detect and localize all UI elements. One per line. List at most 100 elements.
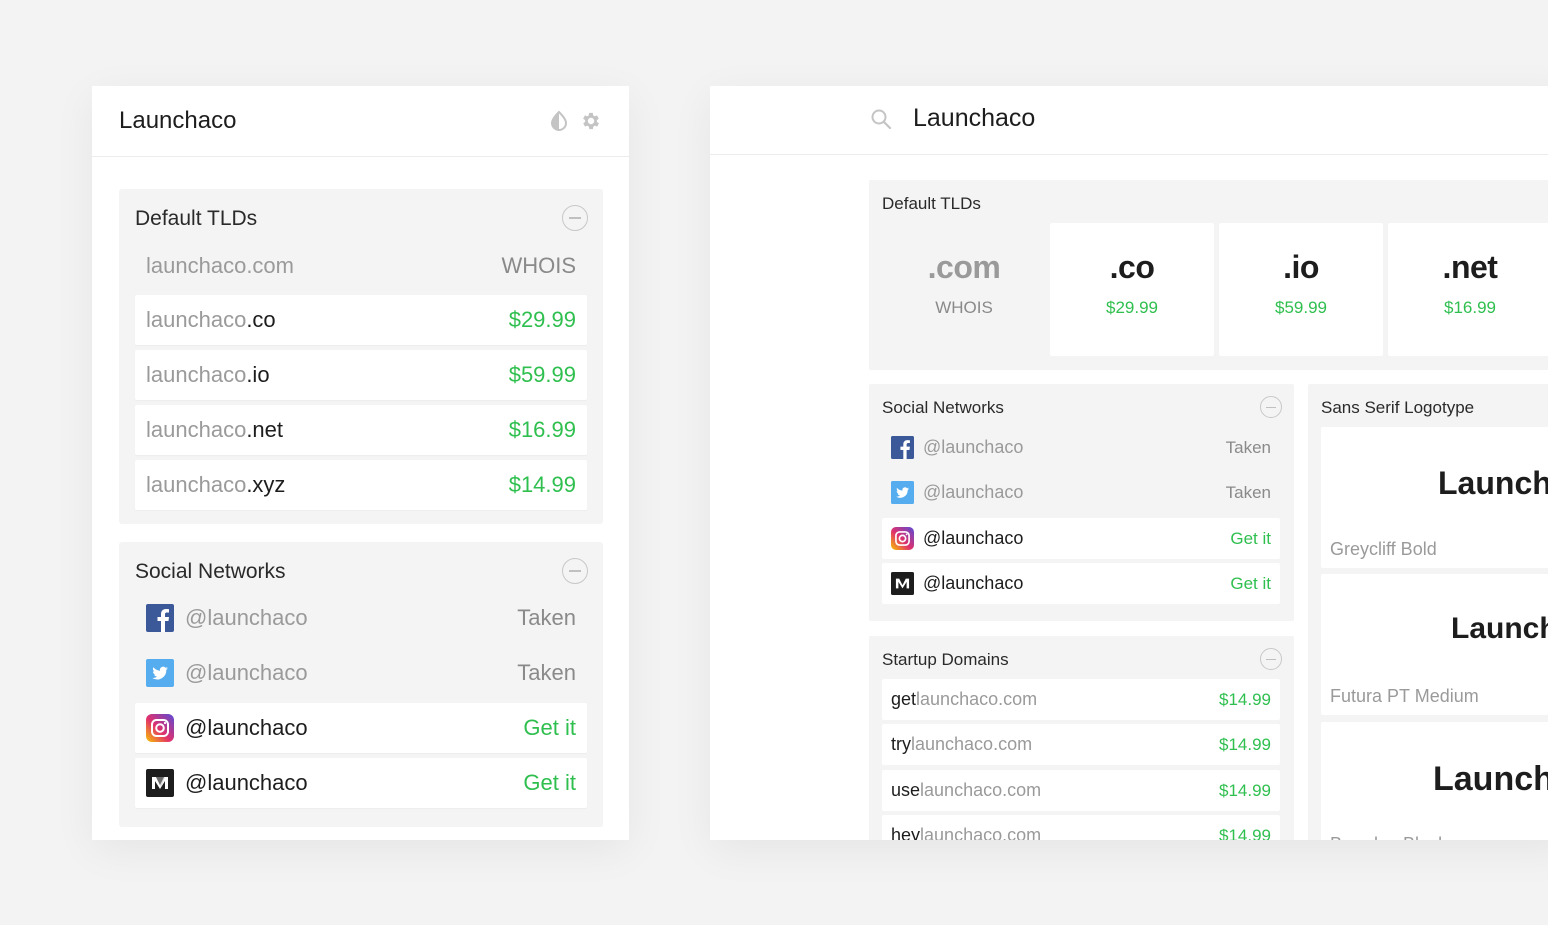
medium-icon (891, 572, 914, 595)
social-handle: @launchaco (185, 660, 308, 685)
social-row[interactable]: @launchaco Taken (135, 593, 587, 643)
search-input[interactable]: Launchaco (913, 104, 1035, 133)
tld-extension: .net (1442, 249, 1498, 285)
facebook-icon (146, 604, 174, 632)
get-it-link[interactable]: Get it (523, 715, 576, 741)
tld-tile[interactable]: .io $59.99 (1219, 223, 1383, 356)
logotype-card[interactable]: Launchaco Brandon Black (1321, 722, 1548, 840)
collapse-button[interactable] (562, 558, 588, 584)
logotype-card[interactable]: Launchaco Greycliff Bold (1321, 427, 1548, 568)
logotype-preview: Launchaco (1433, 760, 1548, 798)
font-name: Futura PT Medium (1330, 686, 1479, 706)
social-handle: @launchaco (923, 573, 1024, 593)
social-row[interactable]: @launchaco Get it (882, 563, 1280, 604)
logotype-preview: Launchaco (1451, 612, 1548, 645)
domain-name: launchaco.co (146, 307, 276, 332)
status-text: Taken (517, 660, 576, 685)
whois-link[interactable]: WHOIS (501, 253, 576, 279)
social-row[interactable]: @launchaco Taken (882, 472, 1280, 513)
section-title: Default TLDs (882, 194, 981, 213)
collapse-button[interactable] (562, 205, 588, 231)
social-handle: @launchaco (185, 605, 308, 630)
section-title: Social Networks (882, 398, 1004, 417)
domain-row[interactable]: uselaunchaco.com $14.99 (882, 770, 1280, 811)
logotype-preview: Launchaco (1438, 465, 1548, 501)
tlds-section: Default TLDs launchaco.com WHOIS launcha… (119, 189, 603, 524)
domain-row[interactable]: heylaunchaco.com $14.99 (882, 815, 1280, 840)
social-row[interactable]: @launchaco Get it (882, 518, 1280, 559)
social-row[interactable]: @launchaco Get it (135, 703, 587, 753)
medium-icon (146, 769, 174, 797)
domain-row[interactable]: trylaunchaco.com $14.99 (882, 724, 1280, 765)
price: $29.99 (1106, 298, 1158, 317)
social-row[interactable]: @launchaco Taken (135, 648, 587, 698)
startup-domains-section: Startup Domains getlaunchaco.com $14.99 … (869, 636, 1294, 840)
instagram-icon (891, 527, 914, 550)
tld-tile[interactable]: .com WHOIS (882, 223, 1046, 356)
gear-icon[interactable] (580, 110, 602, 132)
price[interactable]: $14.99 (1219, 735, 1271, 755)
section-title: Sans Serif Logotype (1321, 398, 1475, 417)
tld-row[interactable]: launchaco.xyz $14.99 (135, 460, 587, 510)
domain-name: launchaco.xyz (146, 472, 286, 497)
logotype-card[interactable]: Launchaco Futura PT Medium (1321, 574, 1548, 715)
instagram-icon (146, 714, 174, 742)
twitter-icon (146, 659, 174, 687)
status-text: Taken (1225, 482, 1271, 502)
price: $59.99 (1275, 298, 1327, 317)
social-section: Social Networks @launchaco Taken @launch… (869, 384, 1294, 621)
logotype-section: Sans Serif Logotype Launchaco Greycliff … (1308, 384, 1548, 840)
get-it-link[interactable]: Get it (1230, 529, 1271, 549)
social-section: Social Networks @launchaco Taken @launch… (119, 542, 603, 827)
app-title: Launchaco (119, 107, 237, 134)
status-text: Taken (1225, 437, 1271, 457)
domain-row[interactable]: getlaunchaco.com $14.99 (882, 679, 1280, 720)
section-title: Social Networks (135, 560, 286, 583)
tld-tile[interactable]: .co $29.99 (1050, 223, 1214, 356)
social-handle: @launchaco (923, 482, 1024, 502)
get-it-link[interactable]: Get it (523, 770, 576, 796)
social-row[interactable]: @launchaco Taken (882, 427, 1280, 468)
tld-extension: .io (1283, 249, 1319, 285)
domain-name: launchaco.net (146, 417, 284, 442)
price: $16.99 (1444, 298, 1496, 317)
whois-link[interactable]: WHOIS (882, 298, 1046, 318)
domain-name: trylaunchaco.com (891, 734, 1033, 754)
price[interactable]: $59.99 (509, 362, 576, 388)
facebook-icon (891, 436, 914, 459)
price[interactable]: $14.99 (1219, 690, 1271, 710)
domain-name: launchaco.io (146, 362, 270, 387)
price[interactable]: $14.99 (1219, 826, 1271, 841)
price[interactable]: $16.99 (509, 417, 576, 443)
left-panel: Launchaco Default TLDs launchaco.com WHO… (92, 86, 629, 840)
domain-name: launchaco.com (146, 253, 294, 278)
tld-extension: .co (1109, 249, 1155, 285)
tld-tile[interactable]: .net $16.99 (1388, 223, 1548, 356)
get-it-link[interactable]: Get it (1230, 574, 1271, 594)
social-row[interactable]: @launchaco Get it (135, 758, 587, 808)
collapse-button[interactable] (1260, 648, 1282, 670)
price[interactable]: $14.99 (1219, 781, 1271, 801)
price[interactable]: $29.99 (509, 307, 576, 333)
font-name: Greycliff Bold (1330, 539, 1437, 559)
social-handle: @launchaco (923, 528, 1024, 548)
search-icon (871, 109, 892, 130)
search-bar: Launchaco (710, 86, 1548, 155)
panel-header: Launchaco (92, 86, 629, 157)
tld-row[interactable]: launchaco.co $29.99 (135, 295, 587, 345)
domain-name: heylaunchaco.com (891, 825, 1042, 840)
tld-row[interactable]: launchaco.net $16.99 (135, 405, 587, 455)
social-handle: @launchaco (923, 437, 1024, 457)
price[interactable]: $14.99 (509, 472, 576, 498)
status-text: Taken (517, 605, 576, 630)
twitter-icon (891, 481, 914, 504)
right-panel: Launchaco Default TLDs .com WHOIS .co $2… (710, 86, 1548, 840)
tld-extension: .com (927, 249, 1001, 285)
collapse-button[interactable] (1260, 396, 1282, 418)
contrast-icon[interactable] (548, 110, 570, 132)
font-name: Brandon Black (1330, 834, 1447, 840)
tld-row[interactable]: launchaco.io $59.99 (135, 350, 587, 400)
section-title: Startup Domains (882, 650, 1009, 669)
tld-row[interactable]: launchaco.com WHOIS (135, 241, 587, 291)
tlds-section: Default TLDs .com WHOIS .co $29.99 .io $… (869, 180, 1548, 370)
